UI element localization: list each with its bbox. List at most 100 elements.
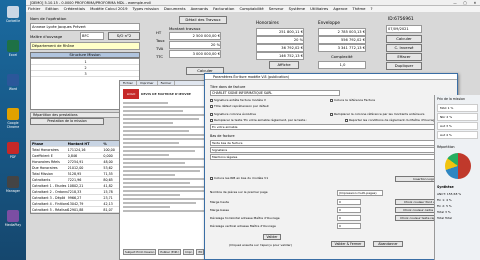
envelope-field[interactable]: 556 792,02 € xyxy=(318,36,366,44)
close-icon[interactable]: ✕ xyxy=(470,0,480,6)
column-header[interactable]: Montant HT xyxy=(68,141,104,146)
fee-field[interactable]: 20 % xyxy=(256,36,304,44)
menu-item[interactable]: Types mission xyxy=(133,6,159,11)
rate-field[interactable]: 20 % xyxy=(169,41,221,49)
desktop-icon[interactable]: Google Chrome xyxy=(3,108,23,129)
checkbox-icon[interactable] xyxy=(210,104,213,108)
dialog-option[interactable]: Signature entête facture modèle V xyxy=(210,98,266,102)
margin-field[interactable]: 0 xyxy=(337,199,361,205)
document-toolbar-button[interactable]: Fermer xyxy=(158,81,176,85)
side-button[interactable]: C. Inversé xyxy=(386,44,422,52)
desktop-icon[interactable]: MediaPlay xyxy=(3,210,23,227)
checkbox-icon[interactable] xyxy=(210,98,213,102)
desktop-icon[interactable]: Word xyxy=(3,74,23,91)
prestation-cell: Coefficient E xyxy=(32,154,53,158)
ht-label: Taux xyxy=(156,38,165,43)
complexity-field[interactable]: 1,0 xyxy=(318,61,366,69)
side-button[interactable]: Effacer xyxy=(386,53,422,61)
desktop-icon[interactable]: Manager xyxy=(3,176,23,193)
checkbox-icon[interactable] xyxy=(210,176,213,180)
menu-item[interactable]: Documents xyxy=(164,6,186,11)
validate-button[interactable]: Valider xyxy=(263,234,281,240)
footer-text-field[interactable]: Mentions légales xyxy=(210,154,454,160)
dialog-option[interactable]: Reporter les conditions de règlement du … xyxy=(345,118,436,122)
dialog-option[interactable]: Remplacer le texte 'En votre aimable règ… xyxy=(210,118,307,122)
footer-text-field[interactable]: Texte bas de facture xyxy=(210,140,454,146)
prestation-button[interactable]: Prestation de la mission xyxy=(30,118,104,125)
menu-item[interactable]: ? xyxy=(371,6,373,11)
column-header[interactable]: Phase xyxy=(32,141,68,146)
pages-field[interactable]: (Impression multi-pages) xyxy=(337,190,383,196)
fee-field[interactable]: 251 800,11 € xyxy=(256,28,304,36)
side-button[interactable]: Dupliquer xyxy=(386,62,422,70)
dialog-option-label: Titre défaut repréhension par défaut xyxy=(214,104,269,108)
dialog-option[interactable]: Signature colonne évolutive xyxy=(210,112,256,116)
maximize-icon[interactable]: ▢ xyxy=(460,0,470,6)
amount-field[interactable]: 2 500 000,00 € xyxy=(169,32,221,40)
desktop-icon[interactable]: PDF xyxy=(3,142,23,159)
fee-field[interactable]: 36 792,02 € xyxy=(256,44,304,52)
margin-field[interactable]: 0 xyxy=(337,215,361,221)
synthesis-title: Synthèse xyxy=(437,185,454,189)
menu-item[interactable]: Crédentials xyxy=(64,6,86,11)
document-text-line xyxy=(123,158,211,160)
checkbox-icon[interactable] xyxy=(330,112,333,116)
checkbox-icon[interactable] xyxy=(210,118,213,122)
menu-item[interactable]: Edition xyxy=(45,6,58,11)
footer-text-field[interactable]: Signataire xyxy=(210,147,454,153)
document-toolbar-button[interactable]: Fichier xyxy=(120,81,137,85)
envelope-field[interactable]: 3 341 772,13 € xyxy=(318,44,366,52)
document-text-line xyxy=(123,130,190,132)
owner-field[interactable]: BFC xyxy=(80,32,104,40)
menu-item[interactable]: Serveur xyxy=(269,6,284,11)
margin-field[interactable]: 0 xyxy=(337,223,361,229)
document-footer-button[interactable]: Impr. xyxy=(183,249,195,255)
margin-field[interactable]: 0 xyxy=(337,207,361,213)
document-text-line xyxy=(123,138,205,140)
document-toolbar-button[interactable]: Imprimer xyxy=(137,81,158,85)
menu-item[interactable]: Système xyxy=(289,6,306,11)
checkbox-icon[interactable] xyxy=(330,98,333,102)
operation-field[interactable]: Annexe Lycée Jacques Prévert xyxy=(30,23,140,31)
desktop-icon[interactable]: Corbeille xyxy=(3,6,23,23)
footer-option[interactable]: Inclure les RIB en bas du modèle V1 xyxy=(210,176,268,180)
menu-item[interactable]: Comptabilité xyxy=(239,6,263,11)
desktop-app-icon xyxy=(7,6,19,18)
menu-item[interactable]: Avenants xyxy=(191,6,209,11)
so-button[interactable]: S/O n°2 xyxy=(108,32,140,40)
menu-item[interactable]: Agence xyxy=(333,6,347,11)
dialog-option-label: Signature entête facture modèle V xyxy=(214,98,266,102)
mission-row[interactable]: 3 xyxy=(31,71,139,77)
intro-field[interactable]: CHARLET SIGNE INFORMATIQUE SARL xyxy=(210,90,340,96)
menu-item[interactable]: Modèle Calcul 2019 xyxy=(90,6,127,11)
cancel-button[interactable]: Abandonner xyxy=(373,241,403,247)
menu-item[interactable]: Facturation xyxy=(213,6,234,11)
document-heading: DEVIS DE MAÎTRISE D'ŒUVRE xyxy=(141,92,191,96)
right-panel-value: Aut 4 % xyxy=(437,131,478,139)
checkbox-icon[interactable] xyxy=(345,118,348,122)
footer-option[interactable]: Nombre de pièces sur le premier page xyxy=(210,190,268,194)
minimize-icon[interactable]: — xyxy=(450,0,460,6)
department-field[interactable]: Département de Rhône xyxy=(30,42,140,50)
checkbox-icon[interactable] xyxy=(210,112,213,116)
affiche-button[interactable]: Affiche xyxy=(269,61,299,69)
dialog-option[interactable]: Inclure la référence Facture xyxy=(330,98,375,102)
desktop-icon[interactable]: Excel xyxy=(3,40,23,57)
date-field[interactable]: 07/09/2021 xyxy=(386,25,422,33)
dialog-option[interactable]: Remplacer la colonne référence par les m… xyxy=(330,112,424,116)
document-footer-button[interactable]: Subject Print mission xyxy=(123,249,157,255)
detail-title[interactable]: Détail des Travaux xyxy=(179,16,227,24)
menu-item[interactable]: Utilitaires xyxy=(310,6,328,11)
menu-item[interactable]: Fichier xyxy=(28,6,40,11)
option-text-field[interactable]: En votre aimable xyxy=(210,124,454,130)
desktop-icon-label: MediaPlay xyxy=(4,223,22,227)
dialog-option[interactable]: Titre défaut repréhension par défaut xyxy=(210,104,269,108)
validate-close-button[interactable]: Valider & Fermer xyxy=(331,241,365,247)
menu-item[interactable]: Thème xyxy=(352,6,365,11)
envelope-field[interactable]: 2 785 003,13 € xyxy=(318,28,366,36)
side-button[interactable]: Calculer xyxy=(386,35,422,43)
fee-field[interactable]: 146 752,13 € xyxy=(256,52,304,60)
total-field[interactable]: 3 000 000,00 € xyxy=(169,50,221,58)
document-footer-button[interactable]: Publier (Edit.) xyxy=(158,249,182,255)
envelope-title: Enveloppe xyxy=(318,20,340,25)
